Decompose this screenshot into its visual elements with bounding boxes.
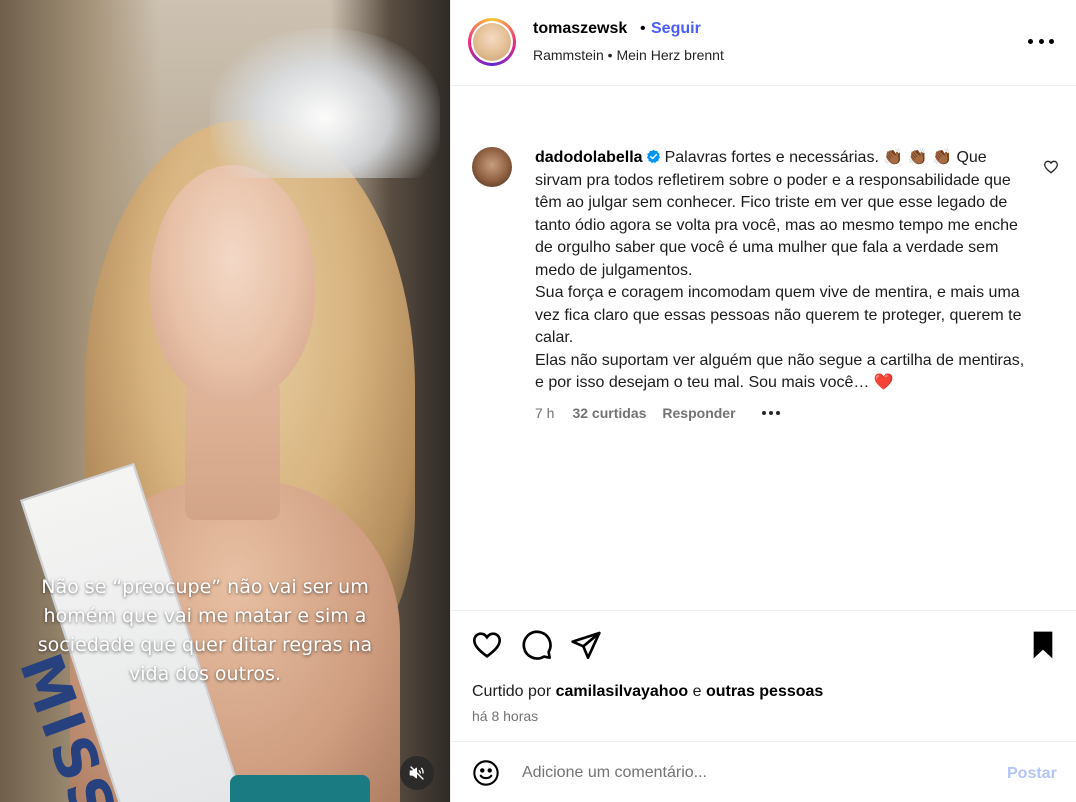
dot-icon — [1028, 38, 1033, 44]
comment-time[interactable]: 7 h — [535, 405, 554, 421]
comment-meta: 7 h 32 curtidas Responder — [535, 405, 780, 421]
comment-input[interactable] — [522, 760, 992, 786]
comment-bubble-icon[interactable] — [521, 629, 553, 661]
liked-by-user[interactable]: camilasilvayahoo — [556, 683, 689, 700]
emoji-icon[interactable] — [472, 759, 500, 787]
header-separator: • — [640, 20, 646, 37]
comment-text: dadodolabella Palavras fortes e necessár… — [535, 147, 1035, 395]
verified-badge-icon — [646, 149, 660, 164]
comment-paragraph-2: Sua força e coragem incomodam quem vive … — [535, 284, 1022, 346]
dot-icon — [768, 411, 773, 415]
post-actions: Curtido por camilasilvayahoo e outras pe… — [451, 610, 1076, 740]
liked-by-prefix: Curtido por — [472, 683, 552, 700]
post-comment-button[interactable]: Postar — [1007, 765, 1057, 783]
like-heart-icon[interactable] — [471, 629, 503, 661]
liked-by-and: e — [692, 683, 702, 700]
dot-icon — [1049, 38, 1054, 44]
more-options-button[interactable] — [1028, 30, 1054, 52]
audio-track[interactable]: Rammstein • Mein Herz brennt — [533, 47, 724, 63]
liked-by-others[interactable]: outras pessoas — [706, 683, 823, 700]
dot-icon — [1038, 38, 1044, 44]
speaker-muted-icon — [409, 766, 424, 780]
post-panel: tomaszewsk • Seguir Rammstein • Mein Her… — [450, 0, 1076, 802]
media-crown — [210, 28, 440, 178]
comment-composer: Postar — [451, 741, 1076, 802]
comment-paragraph-1: sirvam pra todos refletirem sobre o pode… — [535, 171, 1018, 279]
post-timestamp[interactable]: há 8 horas — [472, 708, 538, 724]
comment-paragraph-3: Elas não suportam ver alguém que não seg… — [535, 351, 1025, 392]
commenter-avatar[interactable] — [472, 147, 512, 187]
media-face — [150, 165, 315, 400]
mute-button[interactable] — [400, 756, 434, 790]
post-media[interactable]: MISS Não se “preocupe” não vai ser um ho… — [0, 0, 450, 802]
author-avatar[interactable] — [468, 18, 516, 66]
commenter-username[interactable]: dadodolabella — [535, 149, 643, 166]
author-username[interactable]: tomaszewsk — [533, 20, 627, 38]
avatar-image — [473, 23, 511, 61]
comment-like-heart-icon[interactable] — [1043, 159, 1059, 175]
media-dress — [230, 775, 370, 802]
bookmark-saved-icon[interactable] — [1027, 629, 1059, 661]
dot-icon — [775, 411, 780, 415]
comments-section[interactable]: dadodolabella Palavras fortes e necessár… — [451, 87, 1076, 610]
comment-options-button[interactable] — [761, 411, 780, 415]
liked-by-summary: Curtido por camilasilvayahoo e outras pe… — [472, 683, 823, 701]
share-send-icon[interactable] — [570, 629, 602, 661]
comment-line-1: Palavras fortes e necessárias. 👏🏾 👏🏾 👏🏾 … — [664, 149, 987, 166]
video-caption: Não se “preocupe” não vai ser um homém q… — [37, 576, 373, 685]
reply-button[interactable]: Responder — [662, 405, 735, 421]
post-header: tomaszewsk • Seguir Rammstein • Mein Her… — [451, 0, 1076, 86]
media-neck — [185, 380, 280, 520]
comment-likes[interactable]: 32 curtidas — [572, 405, 646, 421]
follow-button[interactable]: Seguir — [651, 20, 701, 38]
dot-icon — [761, 411, 766, 415]
